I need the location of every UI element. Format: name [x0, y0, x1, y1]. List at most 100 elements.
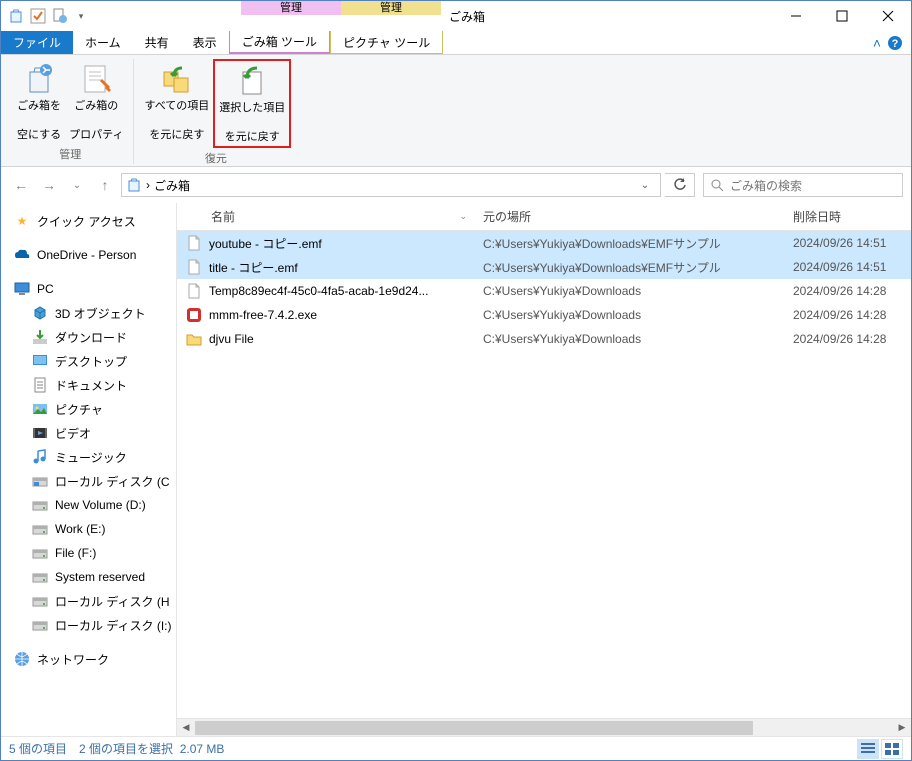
tree-item-icon [31, 472, 49, 490]
tree-pc-child[interactable]: ローカル ディスク (I:) [3, 613, 174, 637]
restore-all-button[interactable]: すべての項目を元に戻す [140, 59, 213, 148]
ribbon-group-restore-label: 復元 [205, 148, 227, 168]
table-row[interactable]: youtube - コピー.emfC:¥Users¥Yukiya¥Downloa… [177, 231, 911, 255]
collapse-ribbon-icon[interactable]: ˄ [873, 35, 881, 51]
tree-pc-child[interactable]: File (F:) [3, 541, 174, 565]
file-list: 名前⌄ 元の場所 削除日時 youtube - コピー.emfC:¥Users¥… [177, 203, 911, 736]
ribbon-group-manage-label: 管理 [59, 144, 81, 164]
ribbon-group-restore: すべての項目を元に戻す 選択した項目を元に戻す 復元 [134, 59, 297, 164]
scroll-left-icon[interactable]: ◀ [177, 719, 195, 737]
tree-item-icon [31, 520, 49, 538]
contextual-tabs: 管理 管理 [241, 1, 441, 31]
tree-onedrive[interactable]: OneDrive - Person [3, 243, 174, 267]
up-button[interactable]: ↑ [93, 173, 117, 197]
restore-selected-button[interactable]: 選択した項目を元に戻す [213, 59, 291, 148]
breadcrumb-sep[interactable]: › [146, 178, 150, 192]
empty-recycle-bin-button[interactable]: ごみ箱を空にする [13, 59, 65, 144]
tree-pc-child[interactable]: New Volume (D:) [3, 493, 174, 517]
tab-view[interactable]: 表示 [181, 31, 229, 54]
minimize-button[interactable] [773, 1, 819, 31]
tree-pc-child[interactable]: ローカル ディスク (H [3, 589, 174, 613]
close-button[interactable] [865, 1, 911, 31]
qat-dropdown-icon[interactable]: ▾ [73, 11, 89, 22]
search-box[interactable]: ごみ箱の検索 [703, 173, 903, 197]
tab-recycle-tools[interactable]: ごみ箱 ツール [229, 31, 330, 54]
cloud-icon [13, 246, 31, 264]
column-headers[interactable]: 名前⌄ 元の場所 削除日時 [177, 203, 911, 231]
large-icons-view-button[interactable] [881, 739, 903, 759]
tree-item-icon [31, 424, 49, 442]
ribbon-tabs: ファイル ホーム 共有 表示 ごみ箱 ツール ピクチャ ツール ˄ ? [1, 31, 911, 55]
recycle-properties-button[interactable]: ごみ箱のプロパティ [65, 59, 127, 144]
details-view-button[interactable] [857, 739, 879, 759]
tab-file[interactable]: ファイル [1, 31, 73, 54]
context-tab-recycle[interactable]: 管理 [241, 1, 341, 31]
column-name[interactable]: 名前⌄ [177, 208, 475, 225]
tree-pc-child[interactable]: System reserved [3, 565, 174, 589]
tree-item-icon [31, 568, 49, 586]
table-row[interactable]: djvu FileC:¥Users¥Yukiya¥Downloads2024/0… [177, 327, 911, 351]
tree-pc-child[interactable]: Work (E:) [3, 517, 174, 541]
network-icon [13, 650, 31, 668]
address-dropdown-icon[interactable]: ⌄ [634, 180, 656, 191]
window-title: ごみ箱 [441, 1, 773, 31]
tree-pc-child[interactable]: ローカル ディスク (C [3, 469, 174, 493]
maximize-button[interactable] [819, 1, 865, 31]
table-row[interactable]: mmm-free-7.4.2.exeC:¥Users¥Yukiya¥Downlo… [177, 303, 911, 327]
tree-quick-access[interactable]: ★ クイック アクセス [3, 209, 174, 233]
recycle-bin-small-icon [126, 177, 142, 193]
address-bar[interactable]: › ごみ箱 ⌄ [121, 173, 661, 197]
tree-item-icon [31, 304, 49, 322]
forward-button[interactable]: → [37, 173, 61, 197]
file-rows[interactable]: youtube - コピー.emfC:¥Users¥Yukiya¥Downloa… [177, 231, 911, 718]
tree-network[interactable]: ネットワーク [3, 647, 174, 671]
tab-home[interactable]: ホーム [73, 31, 133, 54]
restore-all-icon [159, 61, 195, 97]
navigation-bar: ← → ⌄ ↑ › ごみ箱 ⌄ ごみ箱の検索 [1, 167, 911, 203]
scroll-right-icon[interactable]: ▶ [893, 719, 911, 737]
tree-item-icon [31, 496, 49, 514]
search-placeholder: ごみ箱の検索 [730, 177, 802, 194]
horizontal-scrollbar[interactable]: ◀ ▶ [177, 718, 911, 736]
tree-pc-child[interactable]: デスクトップ [3, 349, 174, 373]
column-date[interactable]: 削除日時 [785, 208, 911, 225]
tree-pc-child[interactable]: ビデオ [3, 421, 174, 445]
svg-text:?: ? [892, 38, 899, 50]
ribbon-group-manage: ごみ箱を空にする ごみ箱のプロパティ 管理 [7, 59, 134, 164]
tree-pc[interactable]: PC [3, 277, 174, 301]
scroll-thumb[interactable] [195, 721, 753, 735]
refresh-button[interactable] [665, 173, 695, 197]
restore-selected-icon [234, 63, 270, 99]
tree-item-icon [31, 400, 49, 418]
tree-item-icon [31, 448, 49, 466]
properties-icon[interactable] [51, 7, 69, 25]
help-icon[interactable]: ? [887, 35, 903, 51]
context-tab-picture[interactable]: 管理 [341, 1, 441, 31]
file-icon [185, 234, 203, 252]
recent-locations-button[interactable]: ⌄ [65, 173, 89, 197]
tree-pc-child[interactable]: ダウンロード [3, 325, 174, 349]
back-button[interactable]: ← [9, 173, 33, 197]
tab-picture-tools[interactable]: ピクチャ ツール [330, 31, 443, 54]
file-icon [185, 258, 203, 276]
folder-icon [185, 330, 203, 348]
checkbox-icon[interactable] [29, 7, 47, 25]
tree-pc-child[interactable]: 3D オブジェクト [3, 301, 174, 325]
tab-share[interactable]: 共有 [133, 31, 181, 54]
tree-item-icon [31, 592, 49, 610]
empty-bin-icon [21, 61, 57, 97]
breadcrumb-item[interactable]: ごみ箱 [154, 177, 190, 194]
tree-pc-child[interactable]: ピクチャ [3, 397, 174, 421]
column-location[interactable]: 元の場所 [475, 208, 785, 225]
tree-item-icon [31, 544, 49, 562]
table-row[interactable]: Temp8c89ec4f-45c0-4fa5-acab-1e9d24...C:¥… [177, 279, 911, 303]
tree-pc-child[interactable]: ドキュメント [3, 373, 174, 397]
table-row[interactable]: title - コピー.emfC:¥Users¥Yukiya¥Downloads… [177, 255, 911, 279]
status-bar: 5 個の項目 2 個の項目を選択 2.07 MB [1, 736, 911, 760]
file-icon [185, 282, 203, 300]
quick-access-toolbar: ▾ [1, 1, 95, 31]
tree-pc-child[interactable]: ミュージック [3, 445, 174, 469]
navigation-tree[interactable]: ★ クイック アクセス OneDrive - Person PC 3D オブジェ… [1, 203, 177, 736]
status-selected-count: 2 個の項目を選択 2.07 MB [79, 740, 224, 757]
status-item-count: 5 個の項目 [9, 740, 67, 757]
